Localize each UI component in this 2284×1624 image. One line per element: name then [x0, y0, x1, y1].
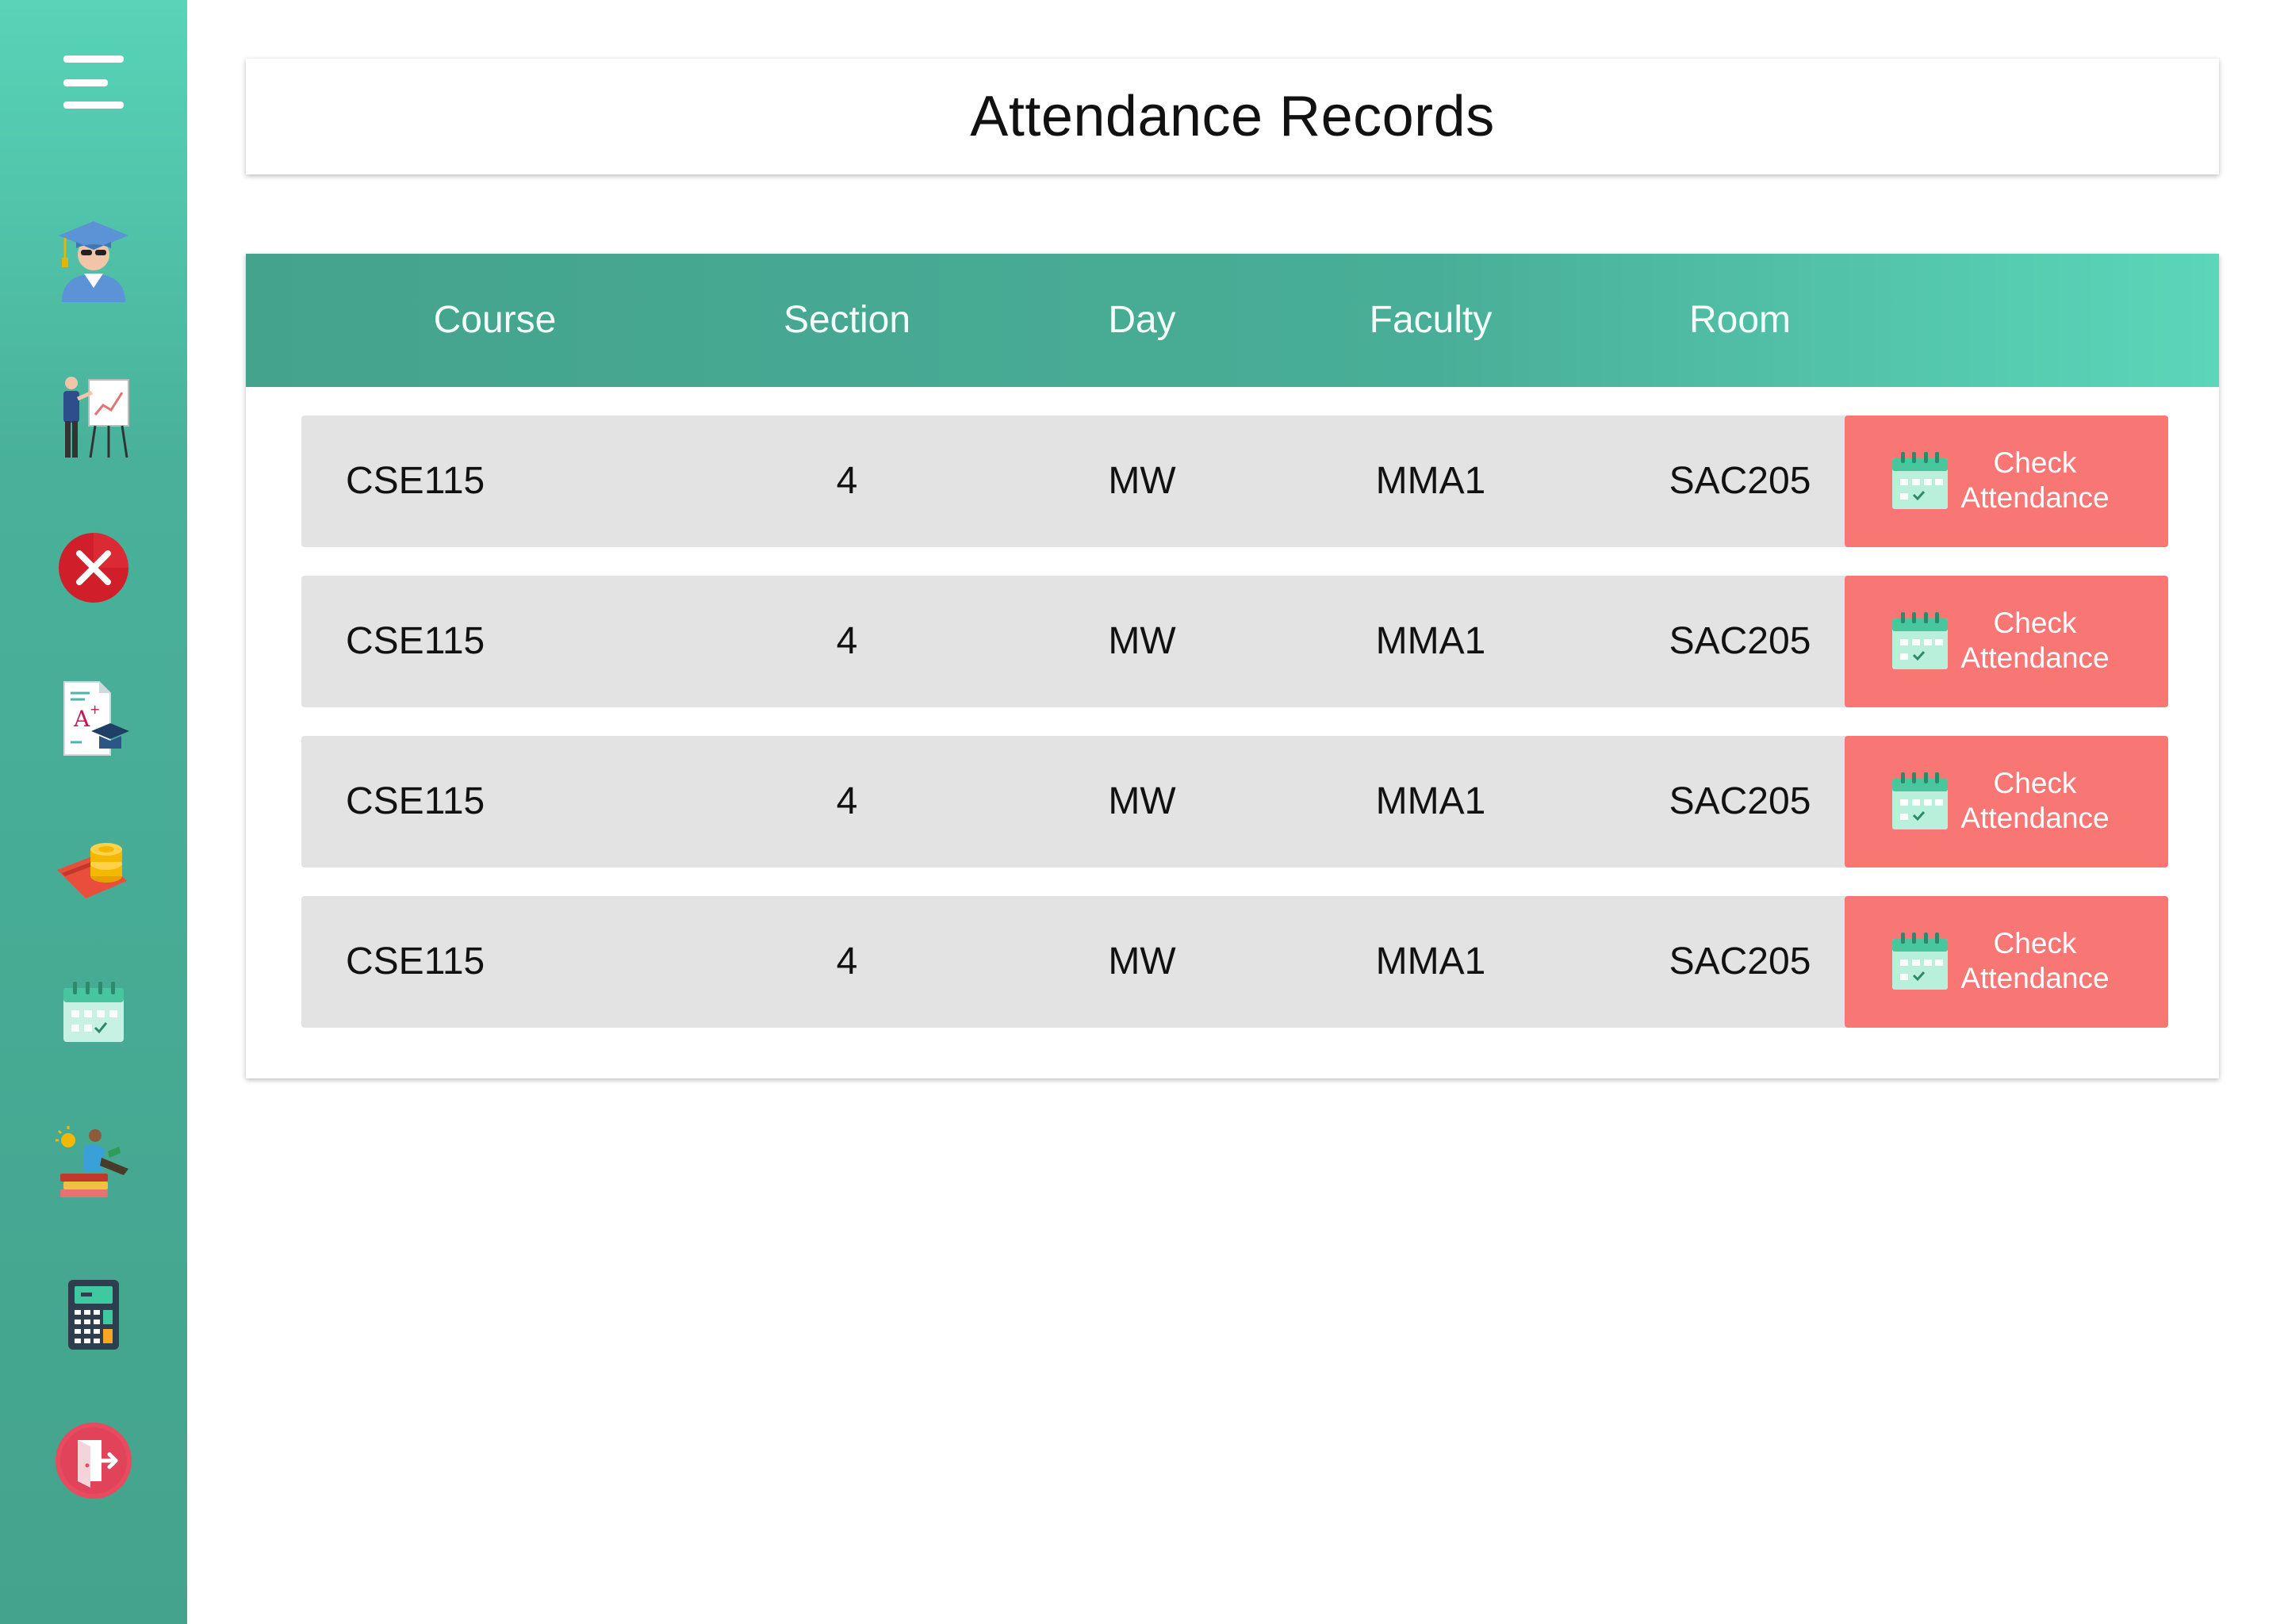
sidebar-item-classes[interactable]	[32, 355, 155, 479]
cell-course: CSE115	[346, 620, 485, 662]
check-attendance-label: Check Attendance	[1960, 767, 2110, 834]
column-header-day: Day	[1108, 299, 1176, 341]
cancel-icon	[59, 533, 128, 603]
logout-icon	[56, 1423, 132, 1499]
sidebar-item-profile[interactable]	[32, 197, 155, 320]
cell-faculty: MMA1	[1375, 620, 1486, 662]
graduate-icon	[59, 221, 128, 302]
sidebar-item-logout[interactable]	[32, 1399, 155, 1522]
cell-course: CSE115	[346, 940, 485, 982]
svg-text:A: A	[73, 706, 90, 732]
cell-room: SAC205	[1669, 940, 1811, 982]
svg-text:+: +	[90, 702, 100, 717]
cell-day: MW	[1108, 780, 1176, 822]
reading-student-icon	[56, 1126, 128, 1197]
check-attendance-label: Check Attendance	[1960, 927, 2110, 994]
cell-day: MW	[1108, 460, 1176, 502]
cell-room: SAC205	[1669, 460, 1811, 502]
check-attendance-label: Check Attendance	[1960, 607, 2110, 674]
check-attendance-button[interactable]: Check Attendance	[1845, 736, 2168, 868]
page-title: Attendance Records	[970, 85, 1495, 148]
sidebar-item-drop-course[interactable]	[32, 506, 155, 630]
cell-faculty: MMA1	[1375, 940, 1486, 982]
check-attendance-button[interactable]: Check Attendance	[1845, 416, 2168, 547]
cell-room: SAC205	[1669, 780, 1811, 822]
cell-day: MW	[1108, 620, 1176, 662]
cell-course: CSE115	[346, 780, 485, 822]
cell-day: MW	[1108, 940, 1176, 982]
payment-icon	[57, 843, 127, 898]
attendance-table: Course Section Day Faculty Room CSE115 4…	[246, 254, 2219, 1078]
column-header-faculty: Faculty	[1369, 299, 1493, 341]
column-header-room: Room	[1688, 299, 1792, 341]
sidebar-item-calculator[interactable]	[32, 1253, 155, 1377]
sidebar-item-grades[interactable]: A +	[32, 657, 155, 780]
calendar-icon	[63, 982, 124, 1042]
sidebar: A +	[0, 0, 187, 1624]
sidebar-item-payments[interactable]	[32, 804, 155, 928]
table-row: CSE115 4 MW MMA1 SAC205	[301, 576, 2038, 707]
page-title-card: Attendance Records	[246, 59, 2219, 174]
cell-section: 4	[836, 780, 858, 822]
table-row: CSE115 4 MW MMA1 SAC205	[301, 736, 2038, 868]
calculator-icon	[68, 1280, 119, 1350]
cell-section: 4	[836, 620, 858, 662]
cell-section: 4	[836, 460, 858, 502]
check-attendance-label: Check Attendance	[1960, 446, 2110, 514]
column-header-section: Section	[783, 299, 911, 341]
table-row: CSE115 4 MW MMA1 SAC205	[301, 416, 2038, 547]
teacher-presentation-icon	[63, 377, 129, 458]
check-attendance-button[interactable]: Check Attendance	[1845, 576, 2168, 707]
grade-report-icon: A +	[63, 681, 129, 756]
table-row: CSE115 4 MW MMA1 SAC205	[301, 896, 2038, 1028]
cell-faculty: MMA1	[1375, 460, 1486, 502]
cell-course: CSE115	[346, 460, 485, 502]
sidebar-item-learning[interactable]	[32, 1102, 155, 1226]
cell-room: SAC205	[1669, 620, 1811, 662]
table-header: Course Section Day Faculty Room	[246, 254, 2219, 387]
sidebar-item-attendance[interactable]	[32, 950, 155, 1074]
menu-button[interactable]	[32, 21, 155, 144]
cell-section: 4	[836, 940, 858, 982]
cell-faculty: MMA1	[1375, 780, 1486, 822]
column-header-course: Course	[433, 299, 557, 341]
menu-icon	[63, 56, 124, 109]
check-attendance-button[interactable]: Check Attendance	[1845, 896, 2168, 1028]
